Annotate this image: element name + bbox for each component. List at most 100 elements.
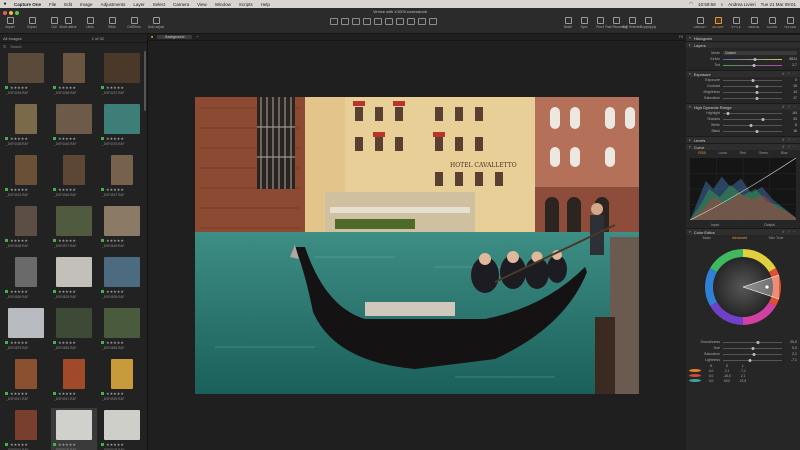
color-tag-icon[interactable] (5, 239, 8, 242)
edit-selected-button[interactable]: Edit Selected (623, 17, 641, 29)
thumbnail[interactable]: ★★★★★ _DSF4649.RAF (99, 204, 145, 252)
color-tag-icon[interactable] (101, 239, 104, 242)
color-tag-icon[interactable] (53, 188, 56, 191)
color-tag-icon[interactable] (53, 290, 56, 293)
color-tag-icon[interactable] (101, 137, 104, 140)
batch-button[interactable]: Batch (560, 17, 576, 29)
star-rating[interactable]: ★★★★★ (106, 391, 124, 396)
color-editor-hue-value[interactable]: 0,0 (785, 346, 797, 350)
star-rating[interactable]: ★★★★★ (10, 442, 28, 447)
hdr-shadow-value[interactable]: 34 (785, 117, 797, 121)
subtab-luma[interactable]: Luma (718, 151, 726, 155)
star-rating[interactable]: ★★★★★ (58, 391, 76, 396)
thumbnail[interactable]: ★★★★★ _DSF4883.RAF (99, 306, 145, 354)
slider-knob[interactable] (726, 111, 730, 115)
exposure-saturation-value[interactable]: 17 (785, 96, 797, 100)
tab-tether[interactable]: TETHER (782, 17, 798, 29)
section-icons[interactable]: ↺ ? ⋯ (782, 105, 797, 109)
hdr-black-value[interactable]: 16 (785, 129, 797, 133)
crit-redo-button[interactable]: Crit/Redo (126, 17, 142, 29)
layer-color-icon[interactable]: ■ (151, 35, 153, 39)
thumbnail[interactable]: ★★★★★ _DSF4826.RAF (3, 255, 49, 303)
browser-scrollbar[interactable] (144, 51, 146, 111)
select-tool-icon[interactable] (341, 18, 349, 25)
thumbnail[interactable]: ★★★★★ _DSF4438.RAF (3, 102, 49, 150)
thumbnail[interactable]: ★★★★★ _DSF4475.RAF (99, 102, 145, 150)
user-name[interactable]: Andrea Livieri (728, 2, 756, 7)
section-icons[interactable]: ↺ ? ⋯ (782, 145, 797, 149)
color-tag-icon[interactable] (53, 137, 56, 140)
menu-image[interactable]: Image (76, 2, 97, 7)
thumbnail[interactable]: ★★★★★ _DSF4440.RAF (51, 102, 97, 150)
slider-knob[interactable] (756, 340, 760, 344)
copy-apply-button[interactable]: Copy/Apply (640, 17, 656, 29)
color-tag-icon[interactable] (101, 188, 104, 191)
exposure-exposure-slider[interactable] (723, 78, 782, 82)
star-rating[interactable]: ★★★★★ (10, 391, 28, 396)
star-rating[interactable]: ★★★★★ (106, 238, 124, 243)
menu-help[interactable]: Help (257, 2, 274, 7)
hdr-highlight-value[interactable]: -84 (785, 111, 797, 115)
picker-tool-icon[interactable] (418, 18, 426, 25)
hdr-shadow-slider[interactable] (723, 117, 782, 121)
star-rating[interactable]: ★★★★★ (10, 340, 28, 345)
datetime[interactable]: Tue 21 Mar 09:01 (761, 2, 796, 7)
color-tag-icon[interactable] (5, 86, 8, 89)
subtab-green[interactable]: Green (759, 151, 768, 155)
apple-icon[interactable]: ● (0, 1, 10, 7)
section-icons[interactable]: ↺ ? ⋯ (782, 72, 797, 76)
thumbnail[interactable]: ★★★★★ _DSF4917.RAF (51, 357, 97, 405)
menu-adjustments[interactable]: Adjustments (97, 2, 130, 7)
add-layer-icon[interactable]: + (196, 35, 198, 39)
hdr-white-slider[interactable] (723, 123, 782, 127)
subtab-skin-tone[interactable]: Skin Tone (769, 236, 784, 240)
thumbnail[interactable]: ★★★★★ _DSF4394.RAF (3, 51, 49, 99)
color-editor-lightness-value[interactable]: -7,1 (785, 358, 797, 362)
star-rating[interactable]: ★★★★★ (106, 187, 124, 192)
section-icons[interactable]: ↺ ? ⋯ (782, 230, 797, 234)
menu-camera[interactable]: Camera (169, 2, 193, 7)
star-rating[interactable]: ★★★★★ (106, 289, 124, 294)
color-tag-icon[interactable] (101, 290, 104, 293)
exposure-exposure-value[interactable]: 0 (785, 78, 797, 82)
thumbnail[interactable]: ★★★★★ _DSF5026.RAF (51, 408, 97, 450)
search-input[interactable]: Search (10, 45, 21, 49)
thumbnail[interactable]: ★★★★★ _DSF4531.RAF (3, 153, 49, 201)
keystone-tool-icon[interactable] (374, 18, 382, 25)
menu-select[interactable]: Select (149, 2, 170, 7)
color-tag-icon[interactable] (101, 392, 104, 395)
tint-slider[interactable] (723, 63, 782, 67)
color-tag-icon[interactable] (5, 341, 8, 344)
hdr-white-value[interactable]: -5 (785, 123, 797, 127)
menu-scripts[interactable]: Scripts (235, 2, 257, 7)
subtab-blue[interactable]: Blue (781, 151, 788, 155)
thumbnail[interactable]: ★★★★★ _DSF4917.RAF (3, 357, 49, 405)
thumbnail[interactable]: ★★★★★ _DSF4577.RAF (51, 204, 97, 252)
histogram-header[interactable]: ▾ Histogram (686, 34, 800, 41)
star-rating[interactable]: ★★★★★ (58, 289, 76, 294)
star-rating[interactable]: ★★★★★ (58, 340, 76, 345)
section-icons[interactable]: ↺ ? ⋯ (782, 138, 797, 142)
color-editor-saturation-slider[interactable] (723, 352, 782, 356)
gradient-tool-icon[interactable] (396, 18, 404, 25)
star-rating[interactable]: ★★★★★ (58, 238, 76, 243)
heal-tool-icon[interactable] (407, 18, 415, 25)
thumbnail[interactable]: ★★★★★ _DSF4882.RAF (51, 306, 97, 354)
star-rating[interactable]: ★★★★★ (10, 187, 28, 192)
text-tool-icon[interactable] (429, 18, 437, 25)
subtab-basic[interactable]: Basic (703, 236, 711, 240)
undo-button[interactable]: Undo (82, 17, 98, 29)
color-tag-icon[interactable] (101, 443, 104, 446)
wifi-icon[interactable]: ◠ (689, 1, 693, 7)
crop-tool-icon[interactable] (352, 18, 360, 25)
tab-adjust[interactable]: ADJUST (710, 17, 726, 29)
move-active-button[interactable]: Move active (60, 17, 77, 29)
menu-window[interactable]: Window (211, 2, 235, 7)
slider-knob[interactable] (751, 346, 754, 350)
exposure-brightness-value[interactable]: 14 (785, 90, 797, 94)
color-editor-lightness-slider[interactable] (723, 358, 782, 362)
star-rating[interactable]: ★★★★★ (58, 136, 76, 141)
tab-shape[interactable]: SHAPE (764, 17, 780, 29)
star-rating[interactable]: ★★★★★ (106, 442, 124, 447)
subtab-rgb[interactable]: RGB (698, 151, 705, 155)
